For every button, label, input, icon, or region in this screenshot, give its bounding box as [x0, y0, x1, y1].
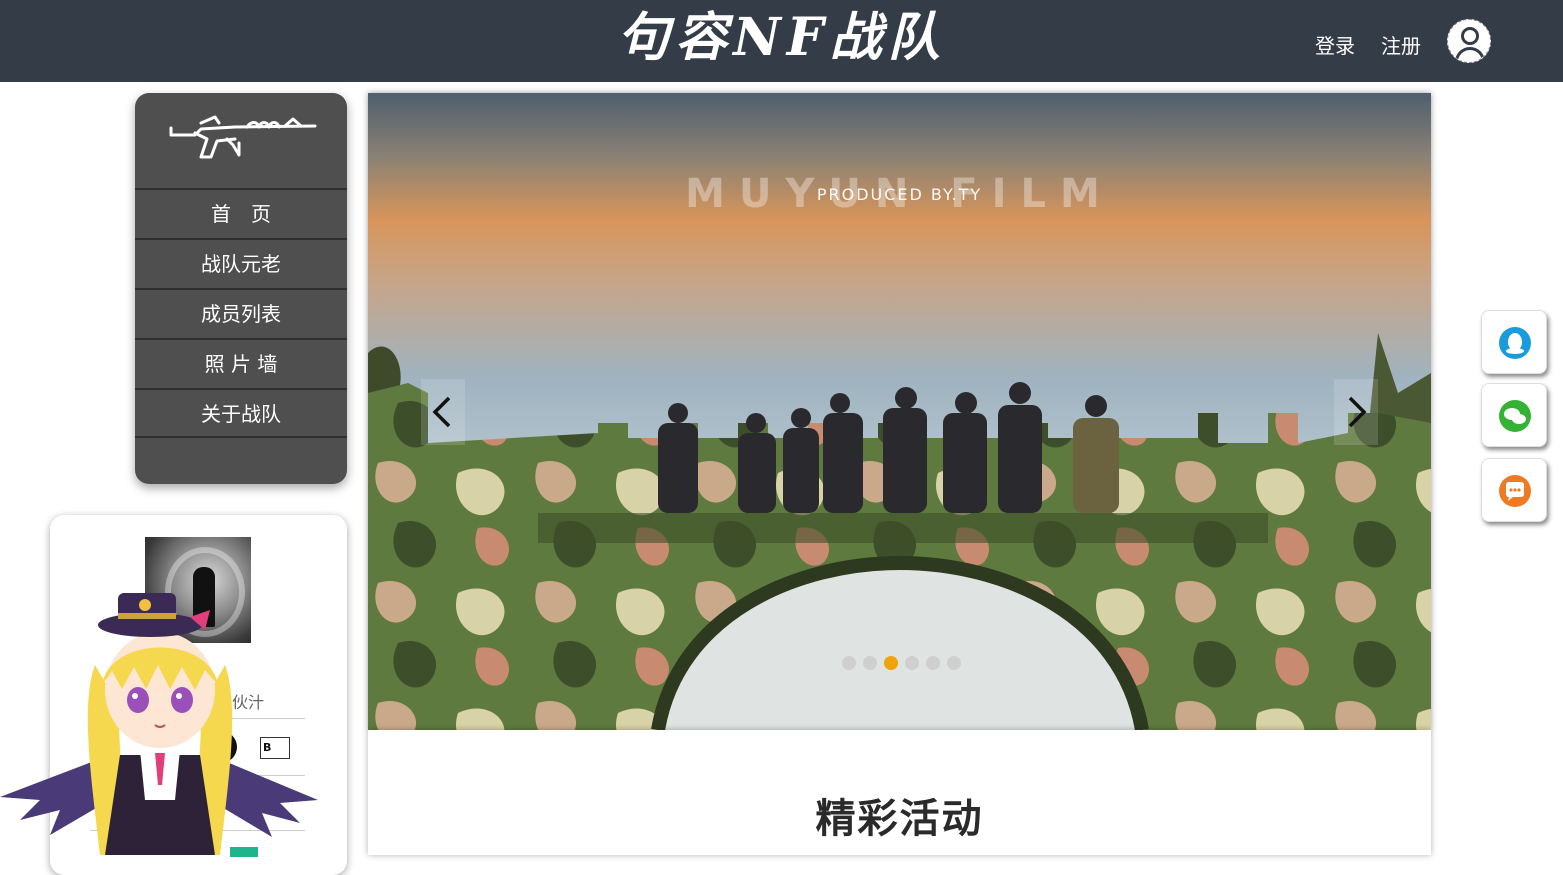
sidebar-item-home[interactable]: 首 页	[135, 188, 347, 238]
camo-fortress-scene	[368, 333, 1431, 730]
avatar-body	[1455, 47, 1485, 62]
wechat-contact-button[interactable]	[1481, 383, 1547, 447]
sidebar-item-about[interactable]: 关于战队	[135, 388, 347, 438]
carousel-prev-button[interactable]	[421, 379, 465, 445]
carousel-dot[interactable]	[947, 656, 961, 670]
chevron-left-icon	[432, 396, 451, 428]
carousel-dot[interactable]	[884, 656, 898, 670]
sidebar-item-members[interactable]: 成员列表	[135, 288, 347, 338]
register-link[interactable]: 注册	[1381, 30, 1421, 59]
carousel-dot[interactable]	[926, 656, 940, 670]
avatar-head	[1461, 27, 1479, 45]
sidebar-item-photo-wall[interactable]: 照 片 墙	[135, 338, 347, 388]
chevron-right-icon	[1348, 396, 1367, 428]
hero-carousel[interactable]: MUYUN FILM PRODUCED BY.TY	[368, 93, 1431, 730]
user-avatar-icon[interactable]	[1447, 19, 1491, 63]
chat-contact-button[interactable]	[1481, 458, 1547, 522]
sidebar-item-founders[interactable]: 战队元老	[135, 238, 347, 288]
wechat-icon	[1499, 400, 1531, 432]
carousel-dot[interactable]	[842, 656, 856, 670]
qq-contact-button[interactable]	[1481, 310, 1547, 374]
rifle-logo-icon	[135, 93, 347, 188]
carousel-dot[interactable]	[863, 656, 877, 670]
carousel-dot[interactable]	[905, 656, 919, 670]
carousel-next-button[interactable]	[1334, 379, 1378, 445]
chat-icon	[1499, 475, 1531, 507]
site-header: 句容NF战队 登录 注册	[0, 0, 1563, 82]
section-title: 精彩活动	[815, 796, 984, 842]
sidebar-nav: 首 页 战队元老 成员列表 照 片 墙 关于战队	[135, 93, 347, 484]
mascot-character[interactable]	[0, 585, 320, 855]
qq-icon	[1499, 327, 1531, 359]
sidebar-menu: 首 页 战队元老 成员列表 照 片 墙 关于战队	[135, 188, 347, 438]
login-link[interactable]: 登录	[1315, 30, 1355, 59]
activities-section: 精彩活动	[368, 730, 1431, 855]
